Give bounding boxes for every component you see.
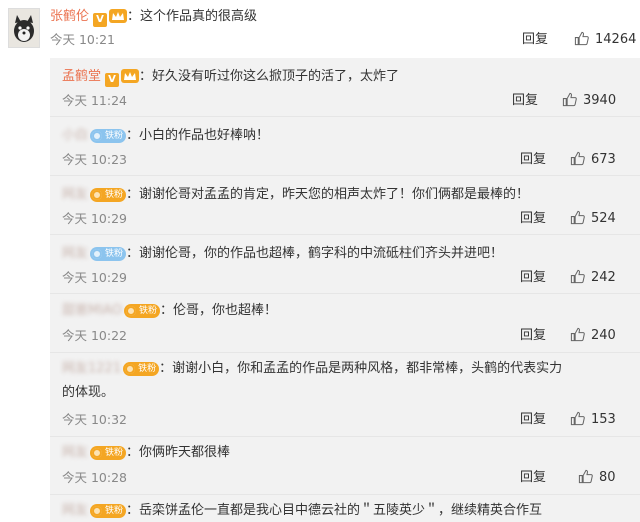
main-like-count: 14264 xyxy=(595,32,637,47)
reply-item: 孟鹤堂 V ：好久没有听过你这么掀顶子的活了，太炸了 今天 11:24 回复 394… xyxy=(50,58,640,114)
reply-time: 今天 10:28 xyxy=(62,470,127,485)
main-comment-header: 张鹤伦 V ：这个作品真的很高级 xyxy=(50,8,258,29)
reply-text: ：好久没有听过你这么掀顶子的活了，太炸了 xyxy=(139,69,400,84)
like-count: 3940 xyxy=(583,93,617,108)
reply-item: 网友 铁粉 ：谢谢伦哥，你的作品也超棒，鹤字科的中流砥柱们齐头并进吧！ 今天 10:… xyxy=(50,235,640,291)
reply-username[interactable]: 孟鹤堂 xyxy=(62,69,101,84)
reply-text: ：谢谢伦哥对孟孟的肯定，昨天您的相声太炸了！你们俩都是最棒的！ xyxy=(126,187,530,202)
reply-username[interactable]: 网友 xyxy=(62,187,88,202)
verified-v-icon: V xyxy=(93,13,108,27)
fan-badge: 铁粉 xyxy=(123,304,160,318)
reply-header: 网友 铁粉 ：谢谢伦哥，你的作品也超棒，鹤字科的中流砥柱们齐头并进吧！ xyxy=(62,244,503,264)
reply-header: 网友 铁粉 ：谢谢伦哥对孟孟的肯定，昨天您的相声太炸了！你们俩都是最棒的！ xyxy=(62,185,529,205)
reply-text: ：伦哥，你也超棒！ xyxy=(159,303,277,318)
crown-icon xyxy=(109,9,128,29)
fan-badge: 铁粉 xyxy=(90,446,127,460)
like-button[interactable]: 153 xyxy=(570,411,616,429)
like-button[interactable]: 3940 xyxy=(562,92,616,110)
reply-username[interactable]: 网友 xyxy=(62,445,88,460)
crown-icon xyxy=(121,69,140,90)
like-count: 673 xyxy=(591,152,616,167)
reply-text: ：谢谢伦哥，你的作品也超棒，鹤字科的中流砥柱们齐头并进吧！ xyxy=(126,246,504,261)
reply-text: ：小白的作品也好棒呐！ xyxy=(126,128,270,143)
reply-item: 小白 铁粉 ：小白的作品也好棒呐！ 今天 10:23 回复 673 xyxy=(50,117,640,173)
dog-avatar-icon xyxy=(9,9,39,47)
like-count: 153 xyxy=(591,412,616,427)
reply-item: 网友 铁粉 ：你俩昨天都很棒 今天 10:28 回复 80 xyxy=(50,437,640,493)
reply-item: 甜崽MIAO 铁粉 ：伦哥，你也超棒！ 今天 10:22 回复 240 xyxy=(50,294,640,350)
reply-text: ：岳栾饼孟伦一直都是我心目中德云社的＂五陵英少＂，继续精英合作互 xyxy=(126,503,543,518)
like-button[interactable]: 524 xyxy=(570,210,616,228)
like-button[interactable]: 673 xyxy=(570,151,616,169)
reply-username[interactable]: 网友1221 xyxy=(62,361,121,376)
heart-badge-icon xyxy=(92,190,103,200)
thumbs-up-icon xyxy=(570,269,585,284)
fan-badge: 铁粉 xyxy=(90,188,127,202)
reply-header: 甜崽MIAO 铁粉 ：伦哥，你也超棒！ xyxy=(62,301,277,321)
thumbs-up-icon xyxy=(570,151,585,166)
reply-button[interactable]: 回复 xyxy=(520,327,546,345)
reply-username[interactable]: 甜崽MIAO xyxy=(62,303,122,318)
like-button[interactable]: 242 xyxy=(570,269,616,287)
heart-badge-icon xyxy=(92,249,103,259)
verified-v-icon: V xyxy=(105,73,120,87)
reply-button[interactable]: 回复 xyxy=(520,269,546,287)
reply-time: 今天 10:29 xyxy=(62,211,127,226)
like-count: 80 xyxy=(599,470,616,485)
like-count: 240 xyxy=(591,328,616,343)
heart-badge-icon xyxy=(92,448,103,458)
thumbs-up-icon xyxy=(578,469,593,484)
reply-button[interactable]: 回复 xyxy=(520,151,546,169)
heart-badge-icon xyxy=(125,306,136,316)
main-username[interactable]: 张鹤伦 xyxy=(50,9,89,24)
reply-button[interactable]: 回复 xyxy=(512,92,538,110)
reply-header: 网友 铁粉 ：岳栾饼孟伦一直都是我心目中德云社的＂五陵英少＂，继续精英合作互 xyxy=(62,501,542,521)
like-button[interactable]: 80 xyxy=(578,469,616,487)
like-button[interactable]: 240 xyxy=(570,327,616,345)
reply-username[interactable]: 网友 xyxy=(62,246,88,261)
reply-time: 今天 10:22 xyxy=(62,328,127,343)
replies-list: 孟鹤堂 V ：好久没有听过你这么掀顶子的活了，太炸了 今天 11:24 回复 394… xyxy=(50,58,640,522)
reply-header: 孟鹤堂 V ：好久没有听过你这么掀顶子的活了，太炸了 xyxy=(62,67,399,87)
reply-item: 网友 铁粉 ：岳栾饼孟伦一直都是我心目中德云社的＂五陵英少＂，继续精英合作互 xyxy=(50,495,640,522)
thumbs-up-icon xyxy=(562,92,577,107)
like-count: 242 xyxy=(591,270,616,285)
fan-badge: 铁粉 xyxy=(90,504,127,518)
thumbs-up-icon xyxy=(570,210,585,225)
fan-badge: 铁粉 xyxy=(123,362,160,376)
main-comment: 张鹤伦 V ：这个作品真的很高级 今天 10:21 回复 14264 xyxy=(0,0,640,60)
reply-button[interactable]: 回复 xyxy=(520,210,546,228)
reply-username[interactable]: 小白 xyxy=(62,128,88,143)
reply-item: 网友 铁粉 ：谢谢伦哥对孟孟的肯定，昨天您的相声太炸了！你们俩都是最棒的！ 今天 1… xyxy=(50,176,640,232)
reply-header: 小白 铁粉 ：小白的作品也好棒呐！ xyxy=(62,126,269,146)
fan-badge: 铁粉 xyxy=(90,129,127,143)
reply-header: 网友1221 铁粉 ：谢谢小白，你和孟孟的作品是两种风格，都非常棒，头鹤的代表实力 xyxy=(62,359,562,379)
reply-header: 网友 铁粉 ：你俩昨天都很棒 xyxy=(62,443,230,463)
reply-username[interactable]: 网友 xyxy=(62,503,88,518)
thumbs-up-icon xyxy=(570,411,585,426)
main-comment-time: 今天 10:21 xyxy=(50,32,115,47)
main-comment-text: ：这个作品真的很高级 xyxy=(127,9,258,24)
reply-item: 网友1221 铁粉 ：谢谢小白，你和孟孟的作品是两种风格，都非常棒，头鹤的代表实力 … xyxy=(50,353,640,435)
thumbs-up-icon xyxy=(574,31,589,46)
reply-button[interactable]: 回复 xyxy=(520,469,546,487)
fan-badge: 铁粉 xyxy=(90,247,127,261)
reply-time: 今天 10:23 xyxy=(62,152,127,167)
reply-time: 今天 11:24 xyxy=(62,93,127,108)
like-count: 524 xyxy=(591,211,616,226)
thumbs-up-icon xyxy=(570,327,585,342)
reply-time: 今天 10:32 xyxy=(62,412,127,427)
heart-badge-icon xyxy=(92,506,103,516)
main-like-button[interactable]: 14264 xyxy=(574,31,636,49)
reply-button[interactable]: 回复 xyxy=(520,411,546,429)
reply-text: ：谢谢小白，你和孟孟的作品是两种风格，都非常棒，头鹤的代表实力 xyxy=(159,361,563,376)
reply-time: 今天 10:29 xyxy=(62,270,127,285)
main-reply-button[interactable]: 回复 xyxy=(522,31,548,49)
heart-badge-icon xyxy=(92,131,103,141)
user-avatar[interactable] xyxy=(8,8,40,48)
heart-badge-icon xyxy=(125,364,136,374)
reply-text-continued: 的体现。 xyxy=(62,385,115,400)
reply-text: ：你俩昨天都很棒 xyxy=(126,445,231,460)
